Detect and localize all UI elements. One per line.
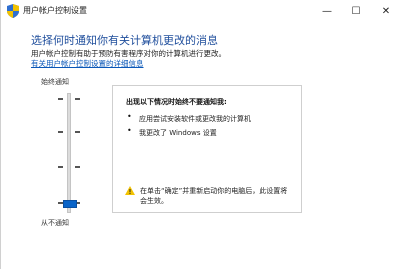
notification-slider-track[interactable] bbox=[67, 93, 71, 213]
slider-tick bbox=[58, 131, 63, 133]
close-button[interactable]: ✕ bbox=[371, 0, 400, 22]
slider-bottom-label: 从不通知 bbox=[41, 219, 69, 227]
warning-text: 在单击“确定”并重新启动你的电脑后，此设置将会生效。 bbox=[140, 187, 288, 205]
bullet-dot: • bbox=[127, 112, 132, 121]
slider-tick bbox=[75, 166, 80, 168]
page-heading: 选择何时通知你有关计算机更改的消息 bbox=[31, 34, 218, 47]
slider-tick bbox=[75, 131, 80, 133]
minimize-button[interactable]: — bbox=[312, 0, 342, 22]
shield-icon bbox=[7, 4, 19, 18]
help-link[interactable]: 有关用户帐户控制设置的详细信息 bbox=[31, 58, 144, 69]
maximize-button[interactable]: ☐ bbox=[341, 0, 371, 22]
window-title: 用户帐户控制设置 bbox=[23, 6, 87, 15]
slider-tick bbox=[75, 98, 80, 100]
uac-settings-window: 用户帐户控制设置 — ☐ ✕ 选择何时通知你有关计算机更改的消息 用户帐户控制有… bbox=[0, 0, 400, 269]
bullet-item: 应用尝试安装软件或更改我的计算机 bbox=[139, 115, 251, 123]
slider-thumb[interactable] bbox=[63, 200, 77, 208]
slider-tick bbox=[58, 98, 63, 100]
slider-top-label: 始终通知 bbox=[41, 78, 69, 86]
bullet-item: 我更改了 Windows 设置 bbox=[139, 129, 217, 137]
title-bar: 用户帐户控制设置 — ☐ ✕ bbox=[1, 0, 400, 22]
warning-icon bbox=[125, 186, 135, 195]
setting-description-title: 出现以下情况时始终不要通知我: bbox=[126, 98, 227, 106]
slider-tick bbox=[58, 166, 63, 168]
bullet-dot: • bbox=[127, 126, 132, 135]
